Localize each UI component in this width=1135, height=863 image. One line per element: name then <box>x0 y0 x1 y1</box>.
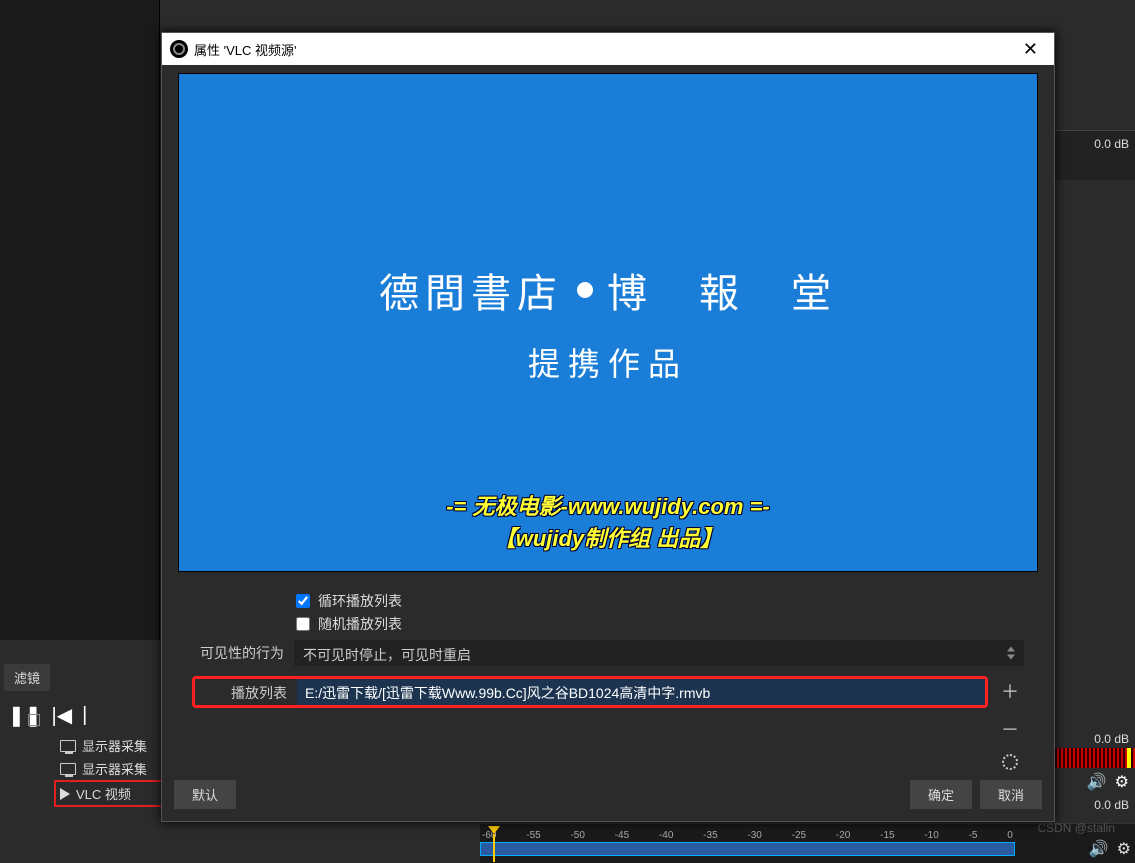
speaker-icon[interactable]: 🔊 <box>1089 839 1109 859</box>
shuffle-playlist-checkbox[interactable] <box>296 617 310 631</box>
playlist-row: 播放列表 E:/迅雷下载/[迅雷下载Www.99b.Cc]风之谷BD1024高清… <box>192 676 1024 770</box>
shuffle-playlist-label: 随机播放列表 <box>318 614 402 634</box>
remove-icon[interactable]: － <box>1001 716 1019 742</box>
prev-icon[interactable]: |◀ <box>52 703 73 728</box>
dialog-titlebar[interactable]: 属性 'VLC 视频源' ✕ <box>162 33 1054 65</box>
panel-layout-icon[interactable] <box>28 714 40 726</box>
visibility-value: 不可见时停止，可见时重启 <box>303 647 471 663</box>
preview-title-line1: 德間書店 博 報 堂 <box>379 261 837 319</box>
circle-separator-icon <box>577 282 593 298</box>
loop-playlist-label: 循环播放列表 <box>318 591 402 611</box>
timeline-ticks: -60 -55 -50 -45 -40 -35 -30 -25 -20 -15 … <box>480 830 1015 842</box>
playlist-item[interactable]: E:/迅雷下载/[迅雷下载Www.99b.Cc]风之谷BD1024高清中字.rm… <box>297 679 985 705</box>
gear-icon[interactable] <box>1002 754 1018 770</box>
source-label: 显示器采集 <box>82 736 147 755</box>
playlist-highlight-box: 播放列表 E:/迅雷下载/[迅雷下载Www.99b.Cc]风之谷BD1024高清… <box>192 676 988 708</box>
chevron-up-icon <box>1007 647 1015 652</box>
monitor-icon <box>60 740 76 752</box>
gear-icon[interactable]: ⚙ <box>1117 839 1131 859</box>
obs-logo-icon <box>170 40 188 58</box>
speaker-icon[interactable]: 🔊 <box>1087 772 1107 792</box>
chevron-down-icon <box>1007 654 1015 659</box>
ok-button[interactable]: 确定 <box>910 780 972 809</box>
preview-title-line2: 提携作品 <box>528 339 688 385</box>
monitor-icon <box>60 763 76 775</box>
shuffle-playlist-row: 随机播放列表 <box>296 614 1024 634</box>
source-label: 显示器采集 <box>82 759 147 778</box>
obs-left-controls: 滤镜 ❚❚ |◀ | <box>0 660 180 732</box>
playlist-label: 播放列表 <box>195 679 297 705</box>
next-partial-icon[interactable]: | <box>82 704 87 727</box>
source-label: VLC 视频 <box>76 784 131 803</box>
playhead-icon[interactable] <box>488 826 500 834</box>
properties-dialog: 属性 'VLC 视频源' ✕ 德間書店 博 報 堂 提携作品 -= 无极电影-w… <box>161 32 1055 822</box>
video-preview: 德間書店 博 報 堂 提携作品 -= 无极电影-www.wujidy.com =… <box>178 73 1038 572</box>
obs-preview-area <box>0 0 160 640</box>
gear-icon[interactable]: ⚙ <box>1115 772 1129 792</box>
preview-subtitle: -= 无极电影-www.wujidy.com =- 【wujidy制作组 出品】 <box>446 489 770 553</box>
watermark-text: CSDN @stalin <box>1037 821 1115 835</box>
loop-playlist-row: 循环播放列表 <box>296 591 1024 611</box>
dialog-body: 德間書店 博 報 堂 提携作品 -= 无极电影-www.wujidy.com =… <box>162 65 1054 770</box>
transport-controls: ❚❚ |◀ | <box>0 699 180 732</box>
add-icon[interactable]: ＋ <box>1001 678 1019 704</box>
form-area: 循环播放列表 随机播放列表 可见性的行为 不可见时停止，可见时重启 播放列表 E… <box>174 582 1042 770</box>
dialog-footer: 默认 确定 取消 <box>162 770 1054 821</box>
dialog-title: 属性 'VLC 视频源' <box>194 40 296 59</box>
visibility-dropdown[interactable]: 不可见时停止，可见时重启 <box>294 640 1024 666</box>
defaults-button[interactable]: 默认 <box>174 780 236 809</box>
timeline-track[interactable] <box>480 842 1015 856</box>
cancel-button[interactable]: 取消 <box>980 780 1042 809</box>
filters-button[interactable]: 滤镜 <box>4 664 50 691</box>
playlist-side-buttons: ＋ － <box>996 676 1024 770</box>
play-icon <box>60 788 70 800</box>
close-icon[interactable]: ✕ <box>1015 35 1046 64</box>
visibility-label: 可见性的行为 <box>192 643 284 663</box>
visibility-behavior-row: 可见性的行为 不可见时停止，可见时重启 <box>192 640 1024 666</box>
loop-playlist-checkbox[interactable] <box>296 594 310 608</box>
